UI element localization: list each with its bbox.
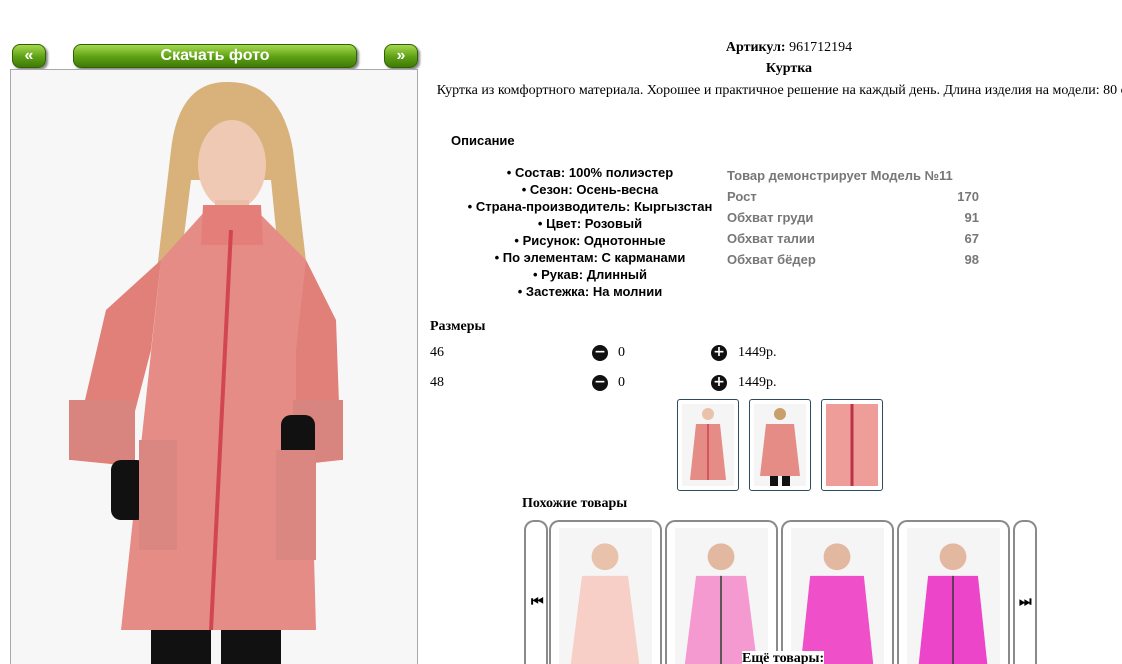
price-value: 1449р.	[738, 345, 777, 360]
thumbnail-detail-image	[826, 404, 878, 486]
skip-prev-icon: ⏮	[531, 594, 544, 610]
model-row: Обхват груди 91	[727, 210, 979, 225]
similar-heading: Похожие товары	[522, 496, 628, 511]
plus-icon[interactable]: +	[711, 375, 727, 391]
product-description: Куртка из комфортного материала. Хорошее…	[436, 83, 1122, 98]
similar-item[interactable]	[781, 520, 894, 664]
more-products-heading: Ещё товары:	[742, 651, 825, 664]
similar-item-image	[559, 528, 652, 664]
next-photo-button[interactable]: »	[384, 44, 418, 68]
property-list: • Состав: 100% полиэстер • Сезон: Осень-…	[440, 164, 740, 300]
skip-next-icon: ⏭	[1019, 594, 1032, 610]
model-measurements: Товар демонстрирует Модель №11 Рост 170 О…	[727, 165, 979, 270]
product-name: Куртка	[765, 61, 813, 76]
property-item: • Рисунок: Однотонные	[514, 233, 666, 248]
size-value: 48	[430, 375, 444, 390]
property-item: • Сезон: Осень-весна	[521, 182, 659, 197]
article-label: Артикул:	[725, 40, 786, 55]
similar-item-image	[675, 528, 768, 664]
model-title: Товар демонстрирует Модель №11	[727, 168, 953, 183]
sizes-heading: Размеры	[430, 319, 486, 334]
similar-next-button[interactable]: ⏭	[1013, 520, 1037, 664]
prev-photo-button[interactable]: «	[12, 44, 46, 68]
plus-icon[interactable]: +	[711, 345, 727, 361]
article-value: 961712194	[789, 40, 853, 55]
property-item: • Застежка: На молнии	[517, 284, 663, 299]
size-row-48: 48 − 0 + 1449р.	[430, 375, 830, 395]
quantity-value: 0	[618, 345, 625, 360]
minus-icon[interactable]: −	[592, 345, 608, 361]
property-item: • Цвет: Розовый	[537, 216, 643, 231]
property-item: • Страна-производитель: Кыргызстан	[467, 199, 713, 214]
thumbnail-front[interactable]	[677, 399, 739, 491]
article-line: Артикул: 961712194	[424, 40, 1122, 56]
thumbnail-back[interactable]	[749, 399, 811, 491]
property-item: • По элементам: С карманами	[494, 250, 686, 265]
property-item: • Рукав: Длинный	[532, 267, 648, 282]
similar-item[interactable]	[549, 520, 662, 664]
main-product-photo[interactable]	[10, 69, 418, 664]
thumbnail-detail[interactable]	[821, 399, 883, 491]
model-row: Рост 170	[727, 189, 979, 204]
similar-item-image	[791, 528, 884, 664]
thumbnail-back-image	[754, 404, 806, 486]
model-row: Обхват бёдер 98	[727, 252, 979, 267]
quantity-value: 0	[618, 375, 625, 390]
similar-item[interactable]	[897, 520, 1010, 664]
similar-item[interactable]	[665, 520, 778, 664]
size-row-46: 46 − 0 + 1449р.	[430, 345, 830, 365]
description-heading: Описание	[451, 133, 515, 148]
property-item: • Состав: 100% полиэстер	[506, 165, 674, 180]
size-value: 46	[430, 345, 444, 360]
model-row: Обхват талии 67	[727, 231, 979, 246]
similar-item-image	[907, 528, 1000, 664]
price-value: 1449р.	[738, 375, 777, 390]
jacket-model-image	[11, 70, 417, 664]
download-photo-button[interactable]: Скачать фото	[73, 44, 357, 68]
similar-prev-button[interactable]: ⏮	[524, 520, 548, 664]
minus-icon[interactable]: −	[592, 375, 608, 391]
thumbnail-front-image	[682, 404, 734, 486]
